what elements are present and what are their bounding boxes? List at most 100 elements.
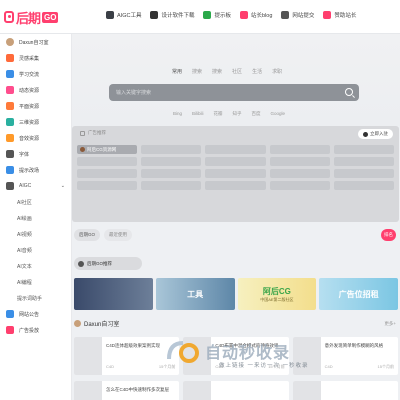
recommend-item[interactable] [333,157,394,166]
recommend-item[interactable] [205,157,266,166]
sidebar-item-label: 动态资源 [19,87,40,94]
card-time: 15个月前 [158,364,176,369]
join-button[interactable]: 立即入驻 [358,129,393,139]
search-tab-0[interactable]: 常用 [172,68,182,75]
card-tag: C4D [324,364,333,369]
recommend-item[interactable] [205,181,266,190]
card-3[interactable]: 怎么在C4D中快速制作多次复层C4D11个月前 [74,381,180,400]
topnav-label: 站长blog [250,13,273,19]
sidebar-subitem-3[interactable]: AI音频 [0,242,71,258]
search-tab-3[interactable]: 社区 [232,68,242,75]
sidebar-item-8[interactable]: 提示改场 [0,162,71,178]
card-1[interactable]: C4D布置中混合模式的神奇效果 C4D 15个月前 [183,337,289,375]
recommend-icon [78,260,84,267]
recommend-item[interactable] [77,169,138,178]
sidebar-bottom-item-0[interactable]: 网站公告 [0,306,71,322]
card-title: 怎么在C4D中快速制作多次复层 [106,387,170,392]
site-logo[interactable]: 后期 GO [4,6,66,28]
search-icon[interactable] [345,88,353,96]
search-tab-2[interactable]: 搜索 [212,68,222,75]
search-engine-4[interactable]: 百度 [252,111,261,117]
sidebar-item-7[interactable]: 字体 [0,146,71,162]
sidebar-subitem-0[interactable]: AI社区 [0,194,71,210]
search-input[interactable]: 输入关键字搜索 [109,84,359,101]
banner-3[interactable]: 阿后CG 中国AE第二版社区 [237,278,317,310]
banner-4[interactable]: 广告位招租 [319,278,398,310]
aigc-icon [6,182,14,190]
recommend-item[interactable] [269,181,330,190]
filter-bar: 后期GO 最近使用 排名 [72,229,400,245]
sidebar-item-1[interactable]: 灵感采集 [0,50,71,66]
topnav-icon [150,11,159,19]
topnav-item-3[interactable]: 站长blog [239,11,273,19]
card-body: C4D连体超级效果案例实现 C4D 15个月前 [102,337,179,375]
recommend-item[interactable] [141,169,202,178]
search-tab-4[interactable]: 生活 [252,68,262,75]
join-icon [363,131,368,137]
recommend-item[interactable] [205,169,266,178]
filter-chip-houqi[interactable]: 后期GO [74,229,101,241]
sidebar-item-2[interactable]: 学习交流 [0,66,71,82]
search-engine-5[interactable]: Google [271,111,286,117]
sidebar-item-6[interactable]: 音效资源 [0,130,71,146]
sidebar-subitem-4[interactable]: AI文本 [0,258,71,274]
panel-tab[interactable]: 广告推荐 [80,130,106,136]
banner-3-title: 阿后CG [262,286,291,296]
top-bar: 后期 GO AIGC工具 设计软件下载 提示板 站长blog 网站提交 赞助站长 [0,0,400,34]
sidebar-subitem-5[interactable]: AI编程 [0,274,71,290]
recommend-item[interactable] [269,145,330,154]
banner-row: 工具 阿后CG 中国AE第二版社区 广告位招租 [72,278,400,310]
search-engine-2[interactable]: 花瓣 [214,111,223,117]
recommend-item[interactable] [141,145,202,154]
search-tab-1[interactable]: 搜索 [192,68,202,75]
card-0[interactable]: C4D连体超级效果案例实现 C4D 15个月前 [74,337,180,375]
topnav-label: 赞助站长 [334,13,357,19]
sidebar: Daxun自习室 灵感采集 学习交流 动态资源 平面资源 三维资源 音效资源 字体 提示改场 AI… [0,34,72,400]
topnav-label: 设计软件下载 [161,13,195,19]
sidebar-subitem-2[interactable]: AI视频 [0,226,71,242]
card-5[interactable]: C4D [292,381,398,400]
banner-2[interactable]: 工具 [155,278,235,310]
sidebar-bottom-item-1[interactable]: 广告投放 [0,322,71,338]
search-engine-0[interactable]: Bing [173,111,182,117]
search-engine-1[interactable]: Bilibili [192,111,204,117]
recommend-item[interactable] [77,157,138,166]
sidebar-item-4[interactable]: 平面资源 [0,98,71,114]
recommend-item[interactable] [269,169,330,178]
card-4[interactable]: C4D [183,381,289,400]
search-tab-5[interactable]: 求职 [272,68,282,75]
recommend-item[interactable] [333,145,394,154]
recommend-tab[interactable]: 后期GO推荐 [74,257,142,270]
chevron-down-icon: ⌄ [60,183,65,189]
recommend-item-first[interactable]: 阿后CG资源网 [77,145,138,154]
banner-3-text: 中国AE第二版社区 [260,296,294,302]
recommend-item[interactable] [333,169,394,178]
search-area: 常用 搜索 搜索 社区 生活 求职 输入关键字搜索 Bing Bilibili 花瓣 知乎 百度 G… [72,34,400,126]
sidebar-group-aigc[interactable]: AIGC ⌄ [0,178,71,194]
card-2[interactable]: 意外发现简单制作模糊的风格 C4D 15个月前 [292,337,398,375]
topnav-item-0[interactable]: AIGC工具 [106,11,141,19]
recommend-item[interactable] [269,157,330,166]
card-thumbnail [183,337,212,375]
search-engine-3[interactable]: 知乎 [233,111,242,117]
sidebar-item-0[interactable]: Daxun自习室 [0,34,71,50]
banner-1[interactable] [74,278,153,310]
sidebar-item-icon [6,326,14,334]
sidebar-subitem-1[interactable]: AI绘画 [0,210,71,226]
sidebar-subitem-6[interactable]: 提示词助手 [0,290,71,306]
sidebar-item-icon [6,118,14,126]
sidebar-item-3[interactable]: 动态资源 [0,82,71,98]
topnav-item-4[interactable]: 网站提交 [281,11,314,19]
sidebar-item-5[interactable]: 三维资源 [0,114,71,130]
topnav-item-1[interactable]: 设计软件下载 [150,11,194,19]
recommend-item[interactable] [141,181,202,190]
filter-chip-rank[interactable]: 排名 [381,229,396,241]
topnav-item-5[interactable]: 赞助站长 [323,11,356,19]
recommend-item[interactable] [333,181,394,190]
topnav-item-2[interactable]: 提示板 [203,11,231,19]
recommend-item[interactable] [205,145,266,154]
filter-chip-recent[interactable]: 最近使用 [104,229,132,241]
recommend-item[interactable] [77,181,138,190]
more-link[interactable]: 更多+ [384,321,396,327]
recommend-item[interactable] [141,157,202,166]
